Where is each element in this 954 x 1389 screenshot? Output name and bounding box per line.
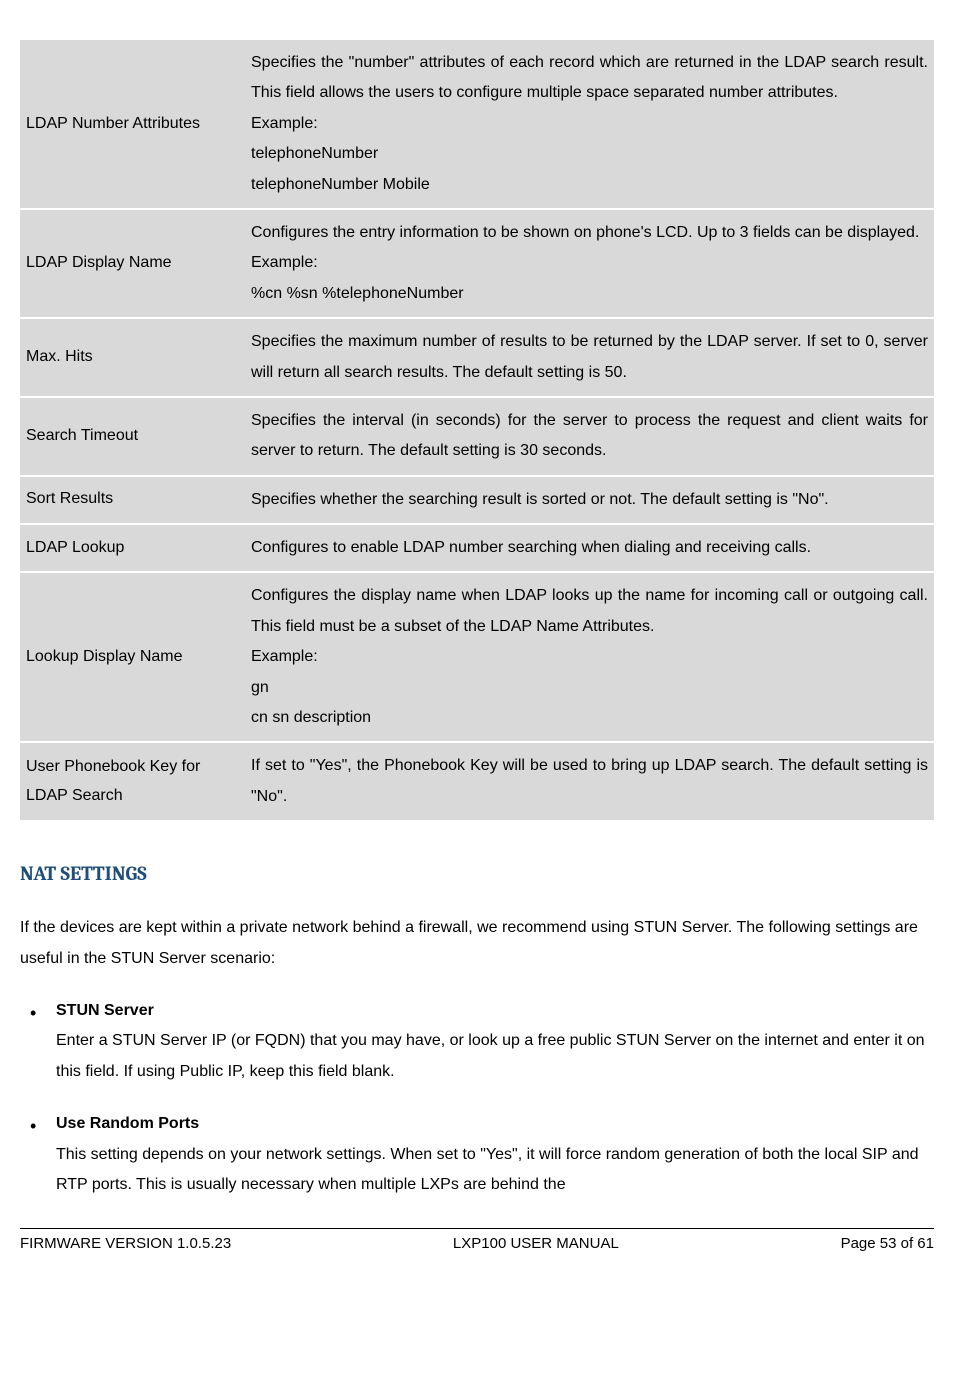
section-heading: NAT SETTINGS: [20, 862, 934, 885]
row-label: Search Timeout: [20, 398, 245, 475]
row-desc: Specifies the "number" attributes of eac…: [245, 40, 934, 208]
settings-table: LDAP Number Attributes Specifies the "nu…: [20, 40, 934, 820]
row-label: LDAP Number Attributes: [20, 40, 245, 208]
table-row: LDAP Number Attributes Specifies the "nu…: [20, 40, 934, 208]
footer-left: FIRMWARE VERSION 1.0.5.23: [20, 1235, 231, 1252]
row-desc: Configures to enable LDAP number searchi…: [245, 525, 934, 571]
table-row: Lookup Display Name Configures the displ…: [20, 573, 934, 741]
footer-right: Page 53 of 61: [841, 1235, 934, 1252]
row-desc: If set to "Yes", the Phonebook Key will …: [245, 743, 934, 820]
row-desc: Specifies the maximum number of results …: [245, 319, 934, 396]
bullet-title: STUN Server: [56, 1002, 154, 1019]
list-item: Use Random Ports This setting depends on…: [30, 1109, 934, 1200]
section-intro: If the devices are kept within a private…: [20, 913, 934, 974]
row-desc: Configures the entry information to be s…: [245, 210, 934, 317]
table-row: Search Timeout Specifies the interval (i…: [20, 398, 934, 475]
page-footer: FIRMWARE VERSION 1.0.5.23 LXP100 USER MA…: [20, 1228, 934, 1252]
bullet-body: This setting depends on your network set…: [56, 1140, 934, 1201]
row-desc: Specifies whether the searching result i…: [245, 477, 934, 523]
table-row: Max. Hits Specifies the maximum number o…: [20, 319, 934, 396]
bullet-list: STUN Server Enter a STUN Server IP (or F…: [20, 996, 934, 1200]
row-label: LDAP Display Name: [20, 210, 245, 317]
table-row: User Phonebook Key for LDAP Search If se…: [20, 743, 934, 820]
row-desc: Specifies the interval (in seconds) for …: [245, 398, 934, 475]
footer-center: LXP100 USER MANUAL: [453, 1235, 619, 1252]
bullet-title: Use Random Ports: [56, 1115, 199, 1132]
table-row: LDAP Lookup Configures to enable LDAP nu…: [20, 525, 934, 571]
table-row: LDAP Display Name Configures the entry i…: [20, 210, 934, 317]
row-label: Max. Hits: [20, 319, 245, 396]
row-desc: Configures the display name when LDAP lo…: [245, 573, 934, 741]
row-label: User Phonebook Key for LDAP Search: [20, 743, 245, 820]
row-label: LDAP Lookup: [20, 525, 245, 571]
bullet-body: Enter a STUN Server IP (or FQDN) that yo…: [56, 1026, 934, 1087]
table-row: Sort Results Specifies whether the searc…: [20, 477, 934, 523]
row-label: Sort Results: [20, 477, 245, 523]
list-item: STUN Server Enter a STUN Server IP (or F…: [30, 996, 934, 1087]
row-label: Lookup Display Name: [20, 573, 245, 741]
